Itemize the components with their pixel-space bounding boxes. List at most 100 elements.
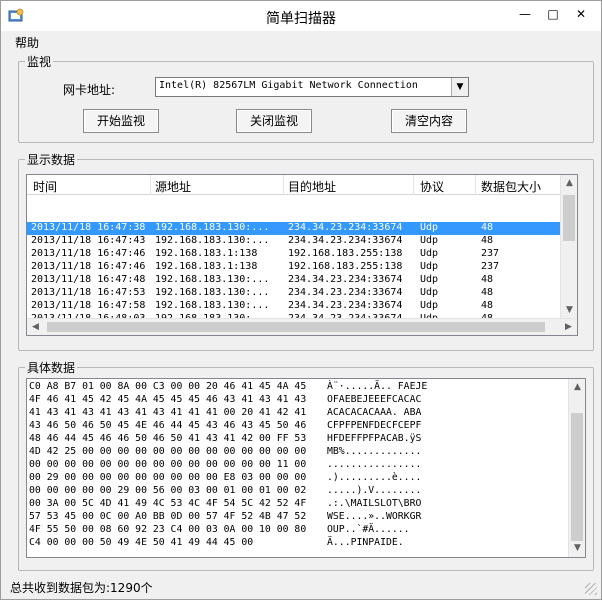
hex-line: 4F 46 41 45 42 45 4A 45 45 45 46 43 41 4… [29,393,427,406]
packet-row[interactable]: 2013/11/18 16:47:38 192.168.183.130:... 23… [27,222,561,235]
cell-source: 192.168.183.130:... [155,222,270,233]
hex-bytes: C0 A8 B7 01 00 8A 00 C3 00 00 20 46 41 4… [29,381,307,392]
column-source[interactable]: 源地址 [155,178,191,195]
packet-row[interactable]: 2013/11/18 16:47:48 192.168.183.130:... 23… [27,274,561,287]
packet-row[interactable]: 2013/11/18 16:47:43 192.168.183.130:... 23… [27,235,561,248]
hex-ascii: HFDEFFPFPACAB.ÿS [327,433,422,444]
start-monitor-button[interactable]: 开始监视 [83,109,159,133]
packet-list-body: 2013/11/18 16:47:38 192.168.183.130:... 23… [27,195,561,319]
cell-protocol: Udp [420,235,439,246]
menu-bar: 帮助 [1,31,601,51]
hex-ascii: .....).V........ [327,485,422,496]
clear-content-button[interactable]: 清空内容 [391,109,467,133]
cell-source: 192.168.183.130:... [155,300,270,311]
title-bar: 简单扫描器 — □ ✕ [1,1,601,31]
cell-source: 192.168.183.1:138 [155,248,258,259]
packet-row[interactable]: 2013/11/18 16:47:46 192.168.183.1:138 192.… [27,261,561,274]
column-divider[interactable] [150,175,151,195]
packet-row[interactable]: 2013/11/18 16:47:46 192.168.183.1:138 192.… [27,248,561,261]
hex-bytes: 48 46 44 45 46 46 50 46 50 41 43 41 42 0… [29,433,307,444]
cell-time: 2013/11/18 16:47:43 [31,235,146,246]
column-divider[interactable] [475,175,476,195]
scroll-thumb[interactable] [563,195,575,241]
stop-monitor-button[interactable]: 关闭监视 [236,109,312,133]
hex-line: C4 00 00 00 50 49 4E 50 41 49 44 45 00 Ä.… [29,536,427,549]
packet-list-hscrollbar[interactable]: ◀ ▶ [27,318,577,335]
cell-size: 48 [481,287,494,298]
hex-bytes: C4 00 00 00 50 49 4E 50 41 49 44 45 00 [29,537,254,548]
hex-ascii: WSE....»..WORKGR [327,511,422,522]
hex-dump-vscrollbar[interactable]: ▲ ▼ [568,379,585,557]
packet-row[interactable]: 2013/11/18 16:47:53 192.168.183.130:... 23… [27,287,561,300]
column-protocol[interactable]: 协议 [420,178,444,195]
cell-protocol: Udp [420,248,439,259]
cell-destination: 192.168.183.255:138 [288,248,403,259]
cell-source: 192.168.183.130:... [155,274,270,285]
scroll-down-icon[interactable]: ▼ [569,540,585,557]
cell-protocol: Udp [420,287,439,298]
detail-legend: 具体数据 [27,361,76,375]
minimize-button[interactable]: — [513,5,537,23]
hex-line: 4D 42 25 00 00 00 00 00 00 00 00 00 00 0… [29,445,427,458]
cell-time: 2013/11/18 16:47:46 [31,261,146,272]
cell-protocol: Udp [420,222,439,233]
hex-line: 48 46 44 45 46 46 50 46 50 41 43 41 42 0… [29,432,427,445]
column-time[interactable]: 时间 [33,178,57,195]
cell-size: 237 [481,261,500,272]
hex-ascii: Ä...PINPAIDE. [327,537,404,548]
display-legend: 显示数据 [27,153,76,167]
hex-bytes: 43 46 50 46 50 45 4E 46 44 45 43 46 43 4… [29,420,307,431]
window-title: 简单扫描器 [266,11,336,27]
maximize-button[interactable]: □ [541,5,565,23]
cell-protocol: Udp [420,300,439,311]
nic-select[interactable]: Intel(R) 82567LM Gigabit Network Connect… [155,77,469,97]
cell-destination: 234.34.23.234:33674 [288,287,403,298]
scroll-left-icon[interactable]: ◀ [27,319,44,335]
menu-help[interactable]: 帮助 [15,34,39,51]
column-divider[interactable] [283,175,284,195]
cell-destination: 234.34.23.234:33674 [288,274,403,285]
scroll-up-icon[interactable]: ▲ [569,379,585,396]
packet-list-vscrollbar[interactable]: ▲ ▼ [560,175,577,319]
column-size[interactable]: 数据包大小 [481,178,541,195]
cell-size: 48 [481,300,494,311]
hex-line: 43 46 50 46 50 45 4E 46 44 45 43 46 43 4… [29,419,427,432]
scroll-up-icon[interactable]: ▲ [561,175,577,192]
column-destination[interactable]: 目的地址 [288,178,336,195]
cell-source: 192.168.183.1:138 [155,261,258,272]
cell-destination: 234.34.23.234:33674 [288,235,403,246]
cell-time: 2013/11/18 16:47:48 [31,274,146,285]
scroll-thumb[interactable] [47,322,545,332]
chevron-down-icon[interactable]: ▼ [451,78,468,96]
hex-dump-textbox[interactable]: C0 A8 B7 01 00 8A 00 C3 00 00 20 46 41 4… [26,378,586,558]
hex-line: C0 A8 B7 01 00 8A 00 C3 00 00 20 46 41 4… [29,380,427,393]
hex-line: 00 29 00 00 00 00 00 00 00 00 00 E8 03 0… [29,471,427,484]
scroll-thumb[interactable] [571,413,583,541]
hex-ascii: ACACACACAAA. ABA [327,407,422,418]
cell-destination: 192.168.183.255:138 [288,261,403,272]
close-button[interactable]: ✕ [569,5,593,23]
scroll-right-icon[interactable]: ▶ [560,319,577,335]
packet-row[interactable]: 2013/11/18 16:47:58 192.168.183.130:... 23… [27,300,561,313]
hex-bytes: 00 00 00 00 00 29 00 56 00 03 00 01 00 0… [29,485,307,496]
column-divider[interactable] [413,175,414,195]
cell-size: 237 [481,248,500,259]
cell-protocol: Udp [420,274,439,285]
hex-bytes: 4F 46 41 45 42 45 4A 45 45 45 46 43 41 4… [29,394,307,405]
hex-ascii: OFAEBEJEEEFCACAC [327,394,422,405]
packet-count-status: 总共收到数据包为:1290个 [10,581,153,595]
cell-size: 48 [481,235,494,246]
hex-ascii: À¨·.....Ã.. FAEJE [327,381,428,392]
packet-list[interactable]: 时间 源地址 目的地址 协议 数据包大小 2013/11/18 16:47:38… [26,174,578,336]
scroll-down-icon[interactable]: ▼ [561,302,577,319]
hex-bytes: 00 29 00 00 00 00 00 00 00 00 00 E8 03 0… [29,472,307,483]
hex-bytes: 4D 42 25 00 00 00 00 00 00 00 00 00 00 0… [29,446,307,457]
cell-destination: 234.34.23.234:33674 [288,300,403,311]
nic-label: 网卡地址: [63,83,116,97]
hex-bytes: 00 00 00 00 00 00 00 00 00 00 00 00 00 0… [29,459,307,470]
cell-source: 192.168.183.130:... [155,287,270,298]
cell-size: 48 [481,274,494,285]
monitor-legend: 监视 [27,55,52,69]
hex-line: 00 3A 00 5C 4D 41 49 4C 53 4C 4F 54 5C 4… [29,497,427,510]
resize-grip-icon[interactable] [585,583,597,595]
